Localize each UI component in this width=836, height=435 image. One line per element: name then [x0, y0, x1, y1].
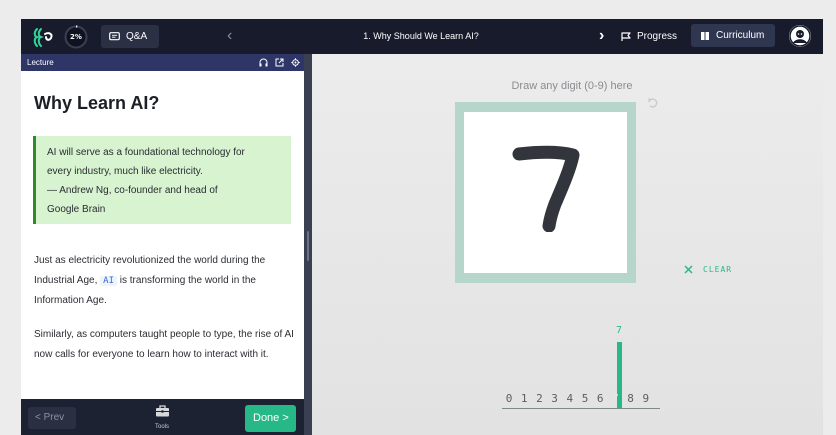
chat-icon — [109, 31, 120, 40]
digit-class-label: 0 — [505, 392, 513, 405]
redo-icon[interactable] — [647, 97, 659, 109]
lecture-paragraph: Similarly, as computers taught people to… — [34, 329, 294, 360]
quote-attribution: — Andrew Ng, co-founder and head of — [47, 185, 218, 196]
screen: 2% Q&A ‹ 1. Why Should We Learn AI? › Pr… — [0, 0, 836, 435]
user-avatar-icon — [789, 25, 811, 47]
drawn-digit-stroke — [512, 145, 580, 232]
quote-attribution: Google Brain — [47, 204, 106, 215]
quote-line: AI will serve as a foundational technolo… — [47, 147, 245, 158]
progress-label: Progress — [637, 31, 678, 42]
lecture-footer: < Prev Tools Done > — [21, 399, 304, 435]
close-icon — [684, 264, 693, 274]
previous-lesson-chevron-icon[interactable]: ‹ — [227, 27, 241, 45]
progress-percent: 2% — [70, 33, 82, 41]
inline-code-ai: AI — [100, 275, 117, 286]
clear-label: CLEAR — [703, 264, 733, 274]
draw-instruction: Draw any digit (0-9) here — [511, 80, 633, 92]
lecture-header: Lecture — [21, 54, 304, 71]
lecture-title: Why Learn AI? — [34, 93, 160, 113]
digit-demo-panel: Draw any digit (0-9) here CLEAR 7 012345… — [312, 54, 823, 435]
quote-line: every industry, much like electricity. — [47, 166, 203, 177]
digit-class-label: 2 — [536, 392, 543, 405]
settings-gear-icon[interactable] — [291, 58, 300, 67]
digit-class-label: 3 — [551, 392, 558, 405]
tools-button[interactable]: Tools — [147, 404, 177, 432]
digit-class-label: 4 — [566, 392, 574, 405]
progress-flag-icon — [621, 31, 631, 41]
clear-button[interactable]: CLEAR — [684, 263, 732, 275]
book-icon — [701, 31, 709, 40]
user-avatar[interactable] — [789, 25, 811, 47]
digit-class-label: 7 — [612, 392, 619, 405]
qa-label: Q&A — [126, 31, 148, 42]
prev-button[interactable]: < Prev — [28, 407, 76, 429]
tools-label: Tools — [154, 424, 169, 430]
app-window: 2% Q&A ‹ 1. Why Should We Learn AI? › Pr… — [21, 19, 823, 435]
prediction-label: 7 — [615, 325, 623, 336]
digit-class-label: 1 — [520, 392, 528, 405]
course-progress-ring[interactable]: 2% — [64, 25, 88, 49]
curriculum-button[interactable]: Curriculum — [691, 24, 775, 47]
progress-button[interactable]: Progress — [621, 25, 689, 48]
done-button[interactable]: Done > — [245, 405, 296, 432]
prediction-axis — [502, 408, 660, 409]
lecture-panel: Lecture Why Learn AI? AI will serve as a… — [21, 54, 304, 435]
headphones-icon[interactable] — [259, 58, 268, 67]
external-link-icon[interactable] — [275, 58, 284, 67]
top-bar: 2% Q&A ‹ 1. Why Should We Learn AI? › Pr… — [21, 19, 823, 54]
next-lesson-chevron-icon[interactable]: › — [599, 27, 613, 45]
digit-class-label: 9 — [642, 392, 650, 405]
qa-button[interactable]: Q&A — [101, 25, 159, 48]
toolbox-icon — [155, 405, 169, 417]
divider-drag-handle[interactable] — [307, 231, 309, 261]
digit-class-label: 8 — [627, 392, 634, 405]
quote-block: AI will serve as a foundational technolo… — [33, 136, 291, 224]
lecture-header-icons — [259, 54, 300, 71]
logo-icon[interactable] — [33, 26, 55, 48]
curriculum-label: Curriculum — [716, 30, 765, 41]
lesson-title: 1. Why Should We Learn AI? — [363, 31, 479, 41]
digit-class-label: 6 — [596, 392, 604, 405]
lecture-header-label: Lecture — [27, 58, 54, 67]
digit-class-label: 5 — [581, 392, 589, 405]
lecture-paragraph: Just as electricity revolutionized the w… — [34, 251, 296, 311]
